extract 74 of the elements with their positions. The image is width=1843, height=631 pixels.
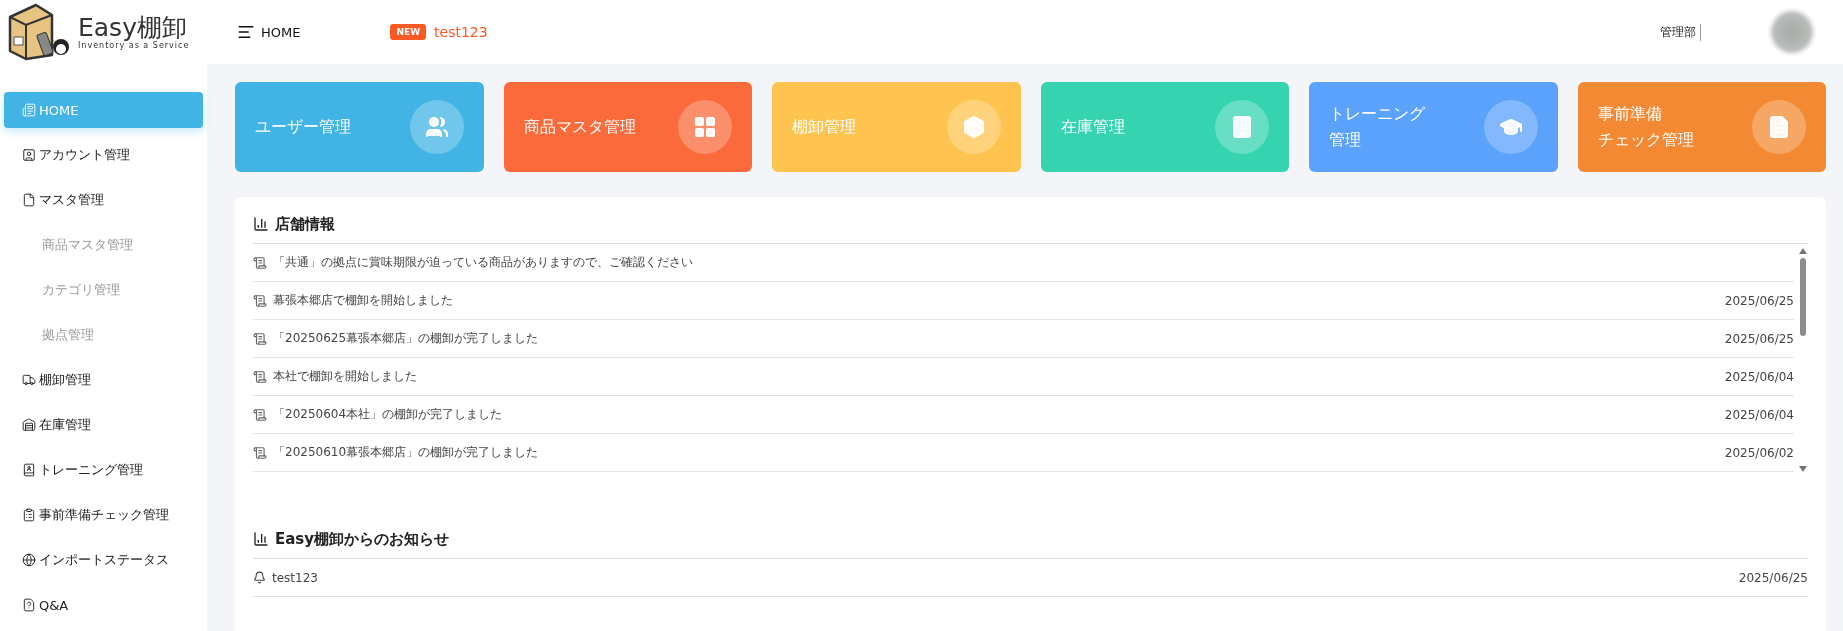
document-icon [253,407,267,422]
notice-text: test123 [272,570,319,585]
card-icon [1215,100,1269,154]
notice-text: 「20250610幕張本郷店」の棚卸が完了しました [273,444,540,461]
shortcut-card[interactable]: トレーニング 管理 [1309,82,1558,172]
notice-text: 幕張本郷店で棚卸を開始しました [273,292,454,309]
department-label: 管理部 [1660,23,1701,41]
new-badge: NEW [390,24,427,40]
card-icon [1483,100,1538,154]
menu-icon [237,23,255,41]
sidebar-item[interactable]: 商品マスタ管理 [4,227,203,263]
notice-text: 「20250625幕張本郷店」の棚卸が完了しました [273,330,540,347]
logo-tagline: Inventory as a Service [78,41,190,51]
card-label: 管理 [1329,129,1362,151]
card-label: 商品マスタ管理 [523,116,636,139]
card-icon [409,100,464,154]
menu-item-icon [22,373,36,387]
chart-icon [253,216,269,232]
card-label: トレーニング [1329,103,1425,126]
shortcut-card[interactable]: 商品マスタ管理 [503,82,752,172]
sidebar-item[interactable]: 事前準備チェック管理 [4,497,203,533]
notice-date: 2025/06/04 [1724,407,1794,422]
document-icon [253,445,267,460]
document-icon [253,331,267,346]
logo-name: Easy棚卸 [78,13,187,42]
notice-date: 2025/06/25 [1724,331,1794,346]
sidebar-item[interactable]: マスタ管理 [4,182,203,218]
notice-date: 2025/06/25 [1724,293,1794,308]
menu-item-icon [22,193,36,207]
card-label: ユーザー管理 [255,116,351,139]
menu-item-icon [22,463,36,477]
chart-icon [253,531,269,547]
sidebar-item[interactable]: アカウント管理 [4,137,203,173]
scroll-up-icon[interactable] [1799,248,1807,254]
sidebar-item[interactable]: 棚卸管理 [4,362,203,398]
document-icon [253,293,267,308]
menu-item-icon [22,103,36,117]
card-label: 事前準備 [1597,103,1663,126]
shortcut-card[interactable]: ユーザー管理 [235,82,484,172]
panel-title: Easy棚卸からのお知らせ [275,529,450,549]
card-label: チェック管理 [1597,129,1694,151]
sidebar-item[interactable]: トレーニング管理 [4,452,203,488]
card-icon [678,100,732,154]
panel-title: 店舗情報 [275,214,335,234]
card-label: 在庫管理 [1060,116,1125,139]
scroll-down-icon[interactable] [1799,466,1807,472]
menu-item-icon [22,598,36,612]
document-icon [253,369,267,384]
sidebar-item[interactable]: カテゴリ管理 [4,272,203,308]
notice-date: 2025/06/02 [1724,445,1794,460]
notice-text: 「20250604本社」の棚卸が完了しました [273,406,504,423]
notice-text: 本社で棚卸を開始しました [273,368,418,385]
menu-item-icon [22,148,36,162]
sidebar-item[interactable]: インポートステータス [4,542,203,578]
bell-icon [253,571,266,584]
sidebar-item[interactable]: Q&A [4,587,203,623]
notice-date: 2025/06/25 [1738,570,1808,585]
sidebar-item[interactable]: HOME [4,92,203,128]
sidebar-item[interactable]: 在庫管理 [4,407,203,443]
card-icon [946,100,1001,154]
menu-item-icon [22,508,36,522]
menu-item-icon [22,418,36,432]
card-icon [1752,100,1806,154]
sidebar-item[interactable]: 拠点管理 [4,317,203,353]
notice-date: 2025/06/04 [1724,369,1794,384]
card-label: 棚卸管理 [792,116,856,139]
notice-link[interactable]: test123 [434,24,488,40]
notice-text: 「共通」の拠点に賞味期限が迫っている商品がありますので、ご確認ください [273,254,694,271]
shortcut-card[interactable]: 在庫管理 [1040,82,1289,172]
user-avatar[interactable] [1771,11,1813,53]
shortcut-card[interactable]: 事前準備 チェック管理 [1577,82,1826,172]
document-icon [253,255,267,270]
home-menu-button[interactable]: HOME [237,23,301,41]
menu-item-icon [22,553,36,567]
